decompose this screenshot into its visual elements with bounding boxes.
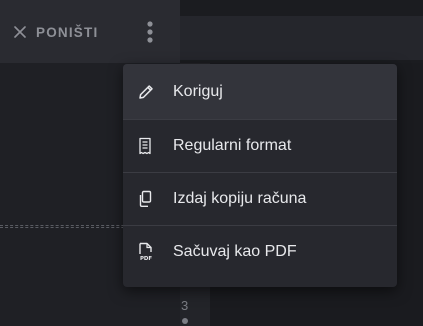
cancel-button-label: PONIŠTI: [36, 24, 99, 40]
partial-glyph: [182, 318, 188, 324]
more-vertical-icon: [147, 21, 153, 43]
pdf-file-icon: PDF: [123, 242, 173, 262]
menu-item-koriguj[interactable]: Koriguj: [123, 64, 397, 119]
menu-item-issue-copy[interactable]: Izdaj kopiju računa: [123, 173, 397, 225]
menu-item-save-pdf[interactable]: PDF Sačuvaj kao PDF: [123, 226, 397, 278]
menu-item-label: Izdaj kopiju računa: [173, 190, 307, 207]
menu-item-label: Koriguj: [173, 82, 223, 100]
receipt-icon: [123, 137, 173, 155]
copy-icon: [123, 190, 173, 208]
menu-item-label: Sačuvaj kao PDF: [173, 243, 297, 260]
cancel-button[interactable]: PONIŠTI: [14, 18, 98, 46]
top-app-bar: PONIŠTI: [0, 0, 180, 63]
partial-text: 3: [181, 298, 189, 313]
close-icon: [14, 26, 26, 38]
options-menu: Koriguj Regularni format Izdaj kopiju ra…: [123, 64, 397, 287]
svg-text:PDF: PDF: [140, 256, 152, 262]
menu-item-label: Regularni format: [173, 137, 292, 154]
menu-item-regular-format[interactable]: Regularni format: [123, 120, 397, 172]
app-screen: PONIŠTI 3 Koriguj Regularni format Izdaj…: [0, 0, 423, 326]
more-options-button[interactable]: [136, 16, 164, 48]
top-app-bar-strip: [180, 16, 423, 60]
pencil-icon: [123, 83, 173, 101]
